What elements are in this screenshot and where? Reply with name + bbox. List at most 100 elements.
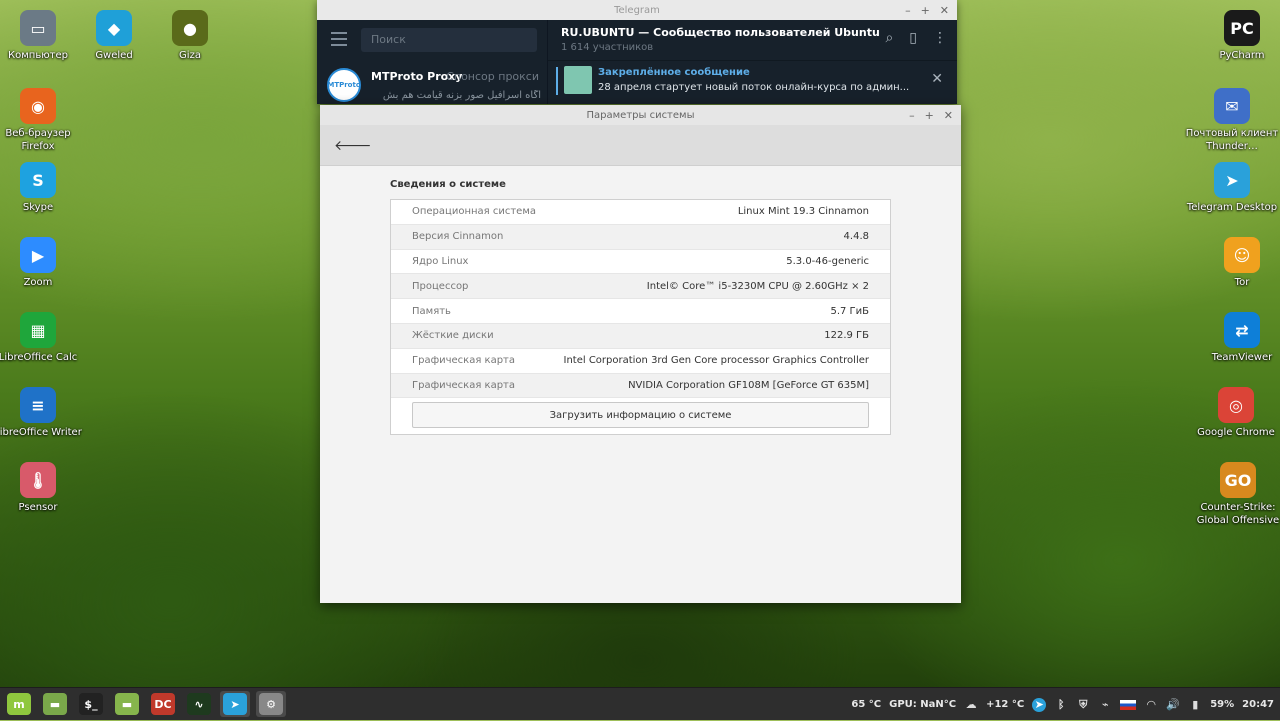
telegram-icon: ➤ bbox=[1214, 162, 1250, 198]
mint-menu-icon[interactable]: m bbox=[4, 691, 34, 717]
show-desktop-glyph: ▬ bbox=[43, 693, 67, 715]
files-icon[interactable]: ▬ bbox=[112, 691, 142, 717]
double-commander-icon[interactable]: DC bbox=[148, 691, 178, 717]
clock[interactable]: 20:47 bbox=[1242, 699, 1274, 710]
desktop-icon-label: Skype bbox=[22, 202, 54, 213]
info-key: Версия Cinnamon bbox=[412, 231, 504, 243]
telegram-window-controls: – + ✕ bbox=[905, 0, 949, 20]
gpu-temperature[interactable]: GPU: NaN°C bbox=[889, 699, 956, 710]
desktop-icon-label: LibreOffice Writer bbox=[0, 427, 82, 438]
chat-preview: آگاه اسرافیل صور بزنه قیامت هم بش bbox=[382, 90, 541, 101]
libreoffice-calc-icon: ▦ bbox=[20, 312, 56, 348]
terminal-icon[interactable]: $_ bbox=[76, 691, 106, 717]
info-value: 122.9 ГБ bbox=[824, 330, 869, 342]
pinned-title: Закреплённое сообщение bbox=[598, 67, 750, 78]
telegram-taskbar-icon[interactable]: ➤ bbox=[220, 691, 250, 717]
libreoffice-writer-icon: ≡ bbox=[20, 387, 56, 423]
desktop-icon-right-6[interactable]: GO Counter-Strike: Global Offensive bbox=[1190, 462, 1280, 527]
owl-icon: ● bbox=[172, 10, 208, 46]
chat-list-item[interactable]: MTProto MTProto Proxy Спонсор прокси آگا… bbox=[317, 64, 547, 104]
system-monitor-icon[interactable]: ∿ bbox=[184, 691, 214, 717]
desktop-icon-left-5[interactable]: ▶ Zoom bbox=[0, 237, 86, 289]
channel-members: 1 614 участников bbox=[561, 42, 654, 53]
search-icon[interactable]: ⌕ bbox=[885, 30, 893, 46]
system-settings-window: Параметры системы – + ✕ 🡐 Сведения о сис… bbox=[320, 105, 961, 603]
taskbar: m ▬ $_ ▬ DC ∿ ➤ ⚙ 65 °C GPU: NaN°C ☁ +12 °C ➤ ᛒ… bbox=[0, 687, 1280, 720]
maximize-icon[interactable]: + bbox=[925, 109, 934, 122]
chrome-icon: ◎ bbox=[1218, 387, 1254, 423]
desktop-icon-left-3[interactable]: ◉ Веб-браузер Firefox bbox=[0, 88, 86, 153]
close-pinned-icon[interactable]: ✕ bbox=[931, 71, 943, 87]
telegram-sidebar: Поиск MTProto MTProto Proxy Спонсор прок… bbox=[317, 20, 547, 104]
weather-icon[interactable]: ☁ bbox=[964, 698, 978, 712]
system-settings-glyph: ⚙ bbox=[259, 693, 283, 715]
desktop-icon-right-3[interactable]: ☺ Tor bbox=[1194, 237, 1280, 289]
weather-temperature[interactable]: +12 °C bbox=[986, 699, 1024, 710]
bluetooth-icon[interactable]: ᛒ bbox=[1054, 698, 1068, 712]
cpu-temperature[interactable]: 65 °C bbox=[851, 699, 881, 710]
telegram-window-title: Telegram bbox=[614, 4, 660, 16]
info-row: Графическая карта Intel Corporation 3rd G… bbox=[391, 349, 890, 374]
desktop-icon-label: TeamViewer bbox=[1211, 352, 1273, 363]
hamburger-menu-icon[interactable] bbox=[331, 32, 347, 46]
desktop-icon-left-4[interactable]: S Skype bbox=[0, 162, 86, 214]
desktop-icon-label: Zoom bbox=[23, 277, 53, 288]
volume-icon[interactable]: 🔊 bbox=[1166, 698, 1180, 712]
settings-titlebar[interactable]: Параметры системы – + ✕ bbox=[320, 105, 961, 125]
section-title: Сведения о системе bbox=[390, 179, 506, 190]
desktop-icon-label: LibreOffice Calc bbox=[0, 352, 78, 363]
zoom-icon: ▶ bbox=[20, 237, 56, 273]
keyboard-layout-flag-icon[interactable] bbox=[1120, 699, 1137, 710]
info-key: Графическая карта bbox=[412, 355, 516, 367]
settings-window-title: Параметры системы bbox=[586, 109, 695, 121]
desktop-icon-label: PyCharm bbox=[1219, 50, 1265, 61]
csgo-icon: GO bbox=[1220, 462, 1256, 498]
minimize-icon[interactable]: – bbox=[909, 109, 915, 122]
maximize-icon[interactable]: + bbox=[921, 4, 930, 17]
info-value: Intel Corporation 3rd Gen Core processor… bbox=[563, 355, 870, 367]
more-icon[interactable]: ⋮ bbox=[933, 30, 947, 46]
settings-headerbar: 🡐 bbox=[320, 125, 961, 166]
desktop-icon-right-0[interactable]: PC PyCharm bbox=[1194, 10, 1280, 62]
desktop-icon-left-2[interactable]: ● Giza bbox=[142, 10, 238, 62]
system-settings-icon[interactable]: ⚙ bbox=[256, 691, 286, 717]
minimize-icon[interactable]: – bbox=[905, 4, 911, 17]
upload-system-info-button[interactable]: Загрузить информацию о системе bbox=[412, 402, 869, 429]
teamviewer-icon: ⇄ bbox=[1224, 312, 1260, 348]
desktop-icon-left-7[interactable]: ≡ LibreOffice Writer bbox=[0, 387, 86, 439]
chat-sponsor-label: Спонсор прокси bbox=[446, 70, 539, 83]
thunderbird-icon: ✉ bbox=[1214, 88, 1250, 124]
pinned-message[interactable]: Закреплённое сообщение 28 апреля стартуе… bbox=[548, 60, 957, 101]
desktop-icon-label: Telegram Desktop bbox=[1186, 202, 1278, 213]
mint-menu-glyph: m bbox=[7, 693, 31, 715]
search-input[interactable]: Поиск bbox=[361, 28, 537, 52]
desktop-icon-left-6[interactable]: ▦ LibreOffice Calc bbox=[0, 312, 86, 364]
telegram-window: Telegram – + ✕ Поиск MTProto MTProto Pro… bbox=[317, 0, 957, 104]
telegram-titlebar[interactable]: Telegram – + ✕ bbox=[317, 0, 957, 20]
desktop-icon-label: Google Chrome bbox=[1197, 427, 1275, 438]
network-vpn-icon[interactable]: ⌁ bbox=[1098, 698, 1112, 712]
back-arrow-icon[interactable]: 🡐 bbox=[334, 137, 372, 154]
shield-icon[interactable]: ⛨ bbox=[1076, 698, 1090, 712]
desktop-icon-label: Почтовый клиент Thunder… bbox=[1185, 128, 1279, 152]
desktop-icon-right-1[interactable]: ✉ Почтовый клиент Thunder… bbox=[1184, 88, 1280, 153]
telegram-tray-icon[interactable]: ➤ bbox=[1032, 697, 1047, 712]
telegram-taskbar-glyph: ➤ bbox=[223, 693, 247, 715]
show-desktop-icon[interactable]: ▬ bbox=[40, 691, 70, 717]
desktop-icon-right-5[interactable]: ◎ Google Chrome bbox=[1188, 387, 1280, 439]
battery-icon[interactable]: ▮ bbox=[1188, 698, 1202, 712]
close-icon[interactable]: ✕ bbox=[944, 109, 953, 122]
wifi-icon[interactable]: ◠ bbox=[1144, 698, 1158, 712]
battery-level[interactable]: 59% bbox=[1210, 699, 1234, 710]
sidebar-toggle-icon[interactable]: ▯ bbox=[909, 30, 917, 46]
desktop-icon-right-4[interactable]: ⇄ TeamViewer bbox=[1194, 312, 1280, 364]
gem-icon: ◆ bbox=[96, 10, 132, 46]
close-icon[interactable]: ✕ bbox=[940, 4, 949, 17]
info-row: Процессор Intel© Core™ i5-3230M CPU @ 2.6… bbox=[391, 274, 890, 300]
channel-title[interactable]: RU.UBUNTU — Сообщество пользователей Ubu… bbox=[561, 26, 880, 39]
desktop-icon-label: Веб-браузер Firefox bbox=[5, 128, 71, 152]
info-key: Графическая карта bbox=[412, 379, 516, 391]
desktop-icon-right-2[interactable]: ➤ Telegram Desktop bbox=[1184, 162, 1280, 214]
info-key: Жёсткие диски bbox=[412, 330, 494, 342]
desktop-icon-left-8[interactable]: 🌡 Psensor bbox=[0, 462, 86, 514]
